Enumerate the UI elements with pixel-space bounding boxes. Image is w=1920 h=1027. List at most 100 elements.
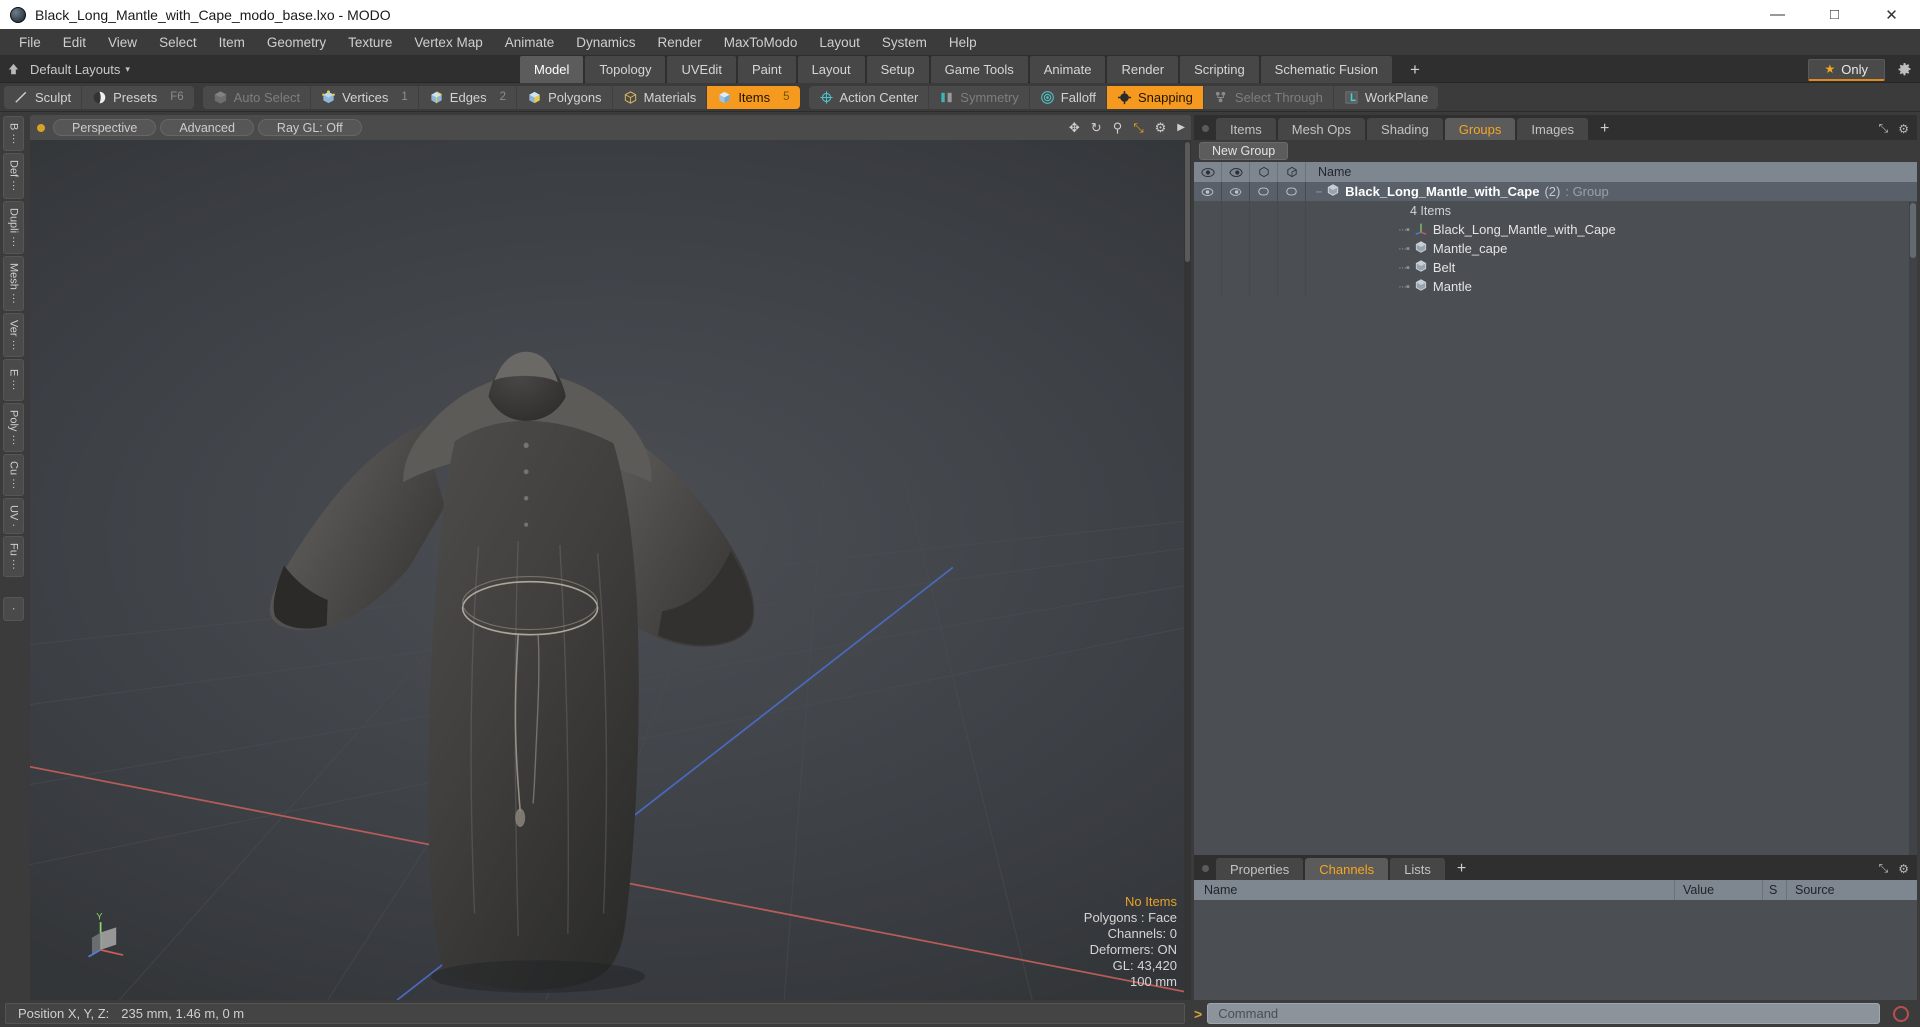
- gear-icon[interactable]: ⚙: [1898, 862, 1909, 876]
- layout-tab-layout[interactable]: Layout: [797, 56, 865, 83]
- tree-expand-toggle[interactable]: –: [1316, 186, 1322, 198]
- more-arrow-icon[interactable]: ▶: [1177, 122, 1185, 133]
- tool-button-items[interactable]: Items 5: [707, 85, 800, 109]
- viewport-raygl-button[interactable]: Ray GL: Off: [257, 119, 362, 136]
- lock-cube-icon[interactable]: [1250, 162, 1278, 182]
- tab-shading[interactable]: Shading: [1367, 118, 1443, 140]
- left-rail-tab-mesh[interactable]: Mesh ···: [3, 255, 24, 311]
- table-row[interactable]: ···▪ Mantle: [1194, 277, 1917, 296]
- row-render-camera-icon[interactable]: [1222, 182, 1250, 201]
- tool-button-action-center[interactable]: Action Center: [809, 85, 930, 109]
- tool-button-symmetry[interactable]: Symmetry: [929, 85, 1030, 109]
- menu-item-layout[interactable]: Layout: [808, 32, 871, 53]
- row-shade-checkbox[interactable]: [1278, 182, 1306, 201]
- row-lock-checkbox[interactable]: [1250, 182, 1278, 201]
- table-row[interactable]: ···▪ Mantle_cape: [1194, 239, 1917, 258]
- tool-button-presets[interactable]: Presets F6: [82, 86, 194, 109]
- menu-item-vertex-map[interactable]: Vertex Map: [403, 32, 493, 53]
- menu-item-maxtomodo[interactable]: MaxToModo: [713, 32, 809, 53]
- tool-button-vertices[interactable]: Vertices 1: [311, 85, 419, 109]
- channels-column-value[interactable]: Value: [1675, 880, 1763, 900]
- viewport-shading-button[interactable]: Advanced: [160, 119, 254, 136]
- left-rail-tab-duplicate[interactable]: Dupli ···: [3, 200, 24, 254]
- menu-item-item[interactable]: Item: [208, 32, 256, 53]
- menu-item-animate[interactable]: Animate: [494, 32, 566, 53]
- layout-tab-game-tools[interactable]: Game Tools: [930, 56, 1028, 83]
- layout-tab-schematic-fusion[interactable]: Schematic Fusion: [1260, 56, 1392, 83]
- tab-items[interactable]: Items: [1216, 118, 1276, 140]
- row-visibility-eye-icon[interactable]: [1194, 182, 1222, 201]
- command-input[interactable]: Command: [1207, 1003, 1880, 1024]
- shade-cube-icon[interactable]: [1278, 162, 1306, 182]
- move-icon[interactable]: ✥: [1069, 120, 1080, 136]
- render-camera-icon[interactable]: [1222, 162, 1250, 182]
- menu-item-view[interactable]: View: [97, 32, 148, 53]
- menu-item-texture[interactable]: Texture: [337, 32, 403, 53]
- axis-gizmo[interactable]: Y: [85, 910, 137, 962]
- panel-menu-dot-icon[interactable]: [1202, 125, 1209, 132]
- menu-item-help[interactable]: Help: [938, 32, 988, 53]
- tool-button-materials[interactable]: Materials: [613, 85, 708, 109]
- table-row[interactable]: – Black_Long_Mantle_with_Cape (2) : Grou…: [1194, 182, 1917, 201]
- tree-child-row[interactable]: ···▪ Black_Long_Mantle_with_Cape: [1306, 221, 1917, 238]
- tree-scrollbar[interactable]: [1909, 202, 1917, 855]
- tool-button-select-through[interactable]: Select Through: [1204, 85, 1334, 109]
- tool-button-auto-select[interactable]: Auto Select: [203, 85, 312, 109]
- close-button[interactable]: ✕: [1863, 0, 1920, 29]
- left-rail-tab-extra[interactable]: ·: [3, 597, 24, 621]
- left-rail-tab-edge[interactable]: E ···: [3, 359, 24, 401]
- layout-tab-paint[interactable]: Paint: [737, 56, 796, 83]
- default-layouts-label[interactable]: Default Layouts: [26, 62, 120, 77]
- viewport-scrollbar[interactable]: [1184, 140, 1191, 1000]
- channels-column-s[interactable]: S: [1763, 880, 1787, 900]
- left-rail-tab-uv[interactable]: UV ·: [3, 498, 24, 535]
- tree-child-row[interactable]: ···▪ Mantle_cape: [1306, 240, 1917, 257]
- expand-icon[interactable]: ⤡: [1879, 861, 1889, 876]
- table-row[interactable]: ···▪ Belt: [1194, 258, 1917, 277]
- add-panel-tab-button[interactable]: +: [1590, 118, 1619, 140]
- record-icon[interactable]: [1893, 1005, 1909, 1022]
- add-bottom-tab-button[interactable]: +: [1447, 858, 1476, 880]
- table-row[interactable]: ···▪ Black_Long_Mantle_with_Cape: [1194, 220, 1917, 239]
- tree-group-row[interactable]: – Black_Long_Mantle_with_Cape (2) : Grou…: [1306, 183, 1917, 200]
- gear-icon[interactable]: [1897, 62, 1912, 77]
- channels-column-name[interactable]: Name: [1194, 880, 1675, 900]
- tool-button-sculpt[interactable]: Sculpt: [4, 85, 83, 109]
- tool-button-falloff[interactable]: Falloff: [1030, 85, 1107, 109]
- layout-tab-scripting[interactable]: Scripting: [1180, 56, 1259, 83]
- tool-button-snapping[interactable]: Snapping: [1106, 85, 1204, 109]
- layout-tab-animate[interactable]: Animate: [1029, 56, 1106, 83]
- tool-button-workplane[interactable]: WorkPlane: [1334, 86, 1438, 109]
- tab-images[interactable]: Images: [1517, 118, 1589, 140]
- menu-item-select[interactable]: Select: [148, 32, 208, 53]
- tab-lists[interactable]: Lists: [1390, 858, 1445, 880]
- add-layout-tab-button[interactable]: +: [1394, 56, 1436, 83]
- tab-channels[interactable]: Channels: [1305, 858, 1389, 880]
- channels-column-source[interactable]: Source: [1787, 880, 1917, 900]
- left-rail-tab-curve[interactable]: Cu ···: [3, 454, 24, 497]
- new-group-button[interactable]: New Group: [1199, 142, 1289, 160]
- expand-icon[interactable]: ⤡: [1879, 121, 1889, 136]
- left-rail-tab-vertex[interactable]: Ver ···: [3, 312, 24, 358]
- maximize-button[interactable]: □: [1806, 0, 1863, 29]
- menu-item-file[interactable]: File: [8, 32, 52, 53]
- left-rail-tab-polygon[interactable]: Poly ···: [3, 402, 24, 453]
- visibility-eye-icon[interactable]: [1194, 162, 1222, 182]
- menu-item-render[interactable]: Render: [647, 32, 713, 53]
- tool-button-polygons[interactable]: Polygons: [517, 85, 613, 109]
- tool-button-edges[interactable]: Edges 2: [419, 85, 518, 109]
- left-rail-tab-deform[interactable]: Def ···: [3, 153, 24, 199]
- tab-mesh-ops[interactable]: Mesh Ops: [1277, 118, 1366, 140]
- 3d-viewport[interactable]: Y No Items Polygons : Face Channels: 0 D…: [30, 140, 1191, 1000]
- tab-groups[interactable]: Groups: [1444, 118, 1516, 140]
- layout-tab-render[interactable]: Render: [1107, 56, 1179, 83]
- layout-tab-topology[interactable]: Topology: [585, 56, 666, 83]
- viewport-projection-button[interactable]: Perspective: [53, 119, 157, 136]
- left-rail-tab-basic[interactable]: B ···: [3, 116, 24, 152]
- layout-tab-setup[interactable]: Setup: [866, 56, 929, 83]
- chevron-down-icon[interactable]: ▾: [125, 64, 130, 75]
- menu-item-geometry[interactable]: Geometry: [256, 32, 337, 53]
- channels-body[interactable]: [1194, 900, 1917, 1000]
- layout-tab-model[interactable]: Model: [520, 56, 584, 83]
- panel-menu-dot-icon[interactable]: [1202, 865, 1209, 872]
